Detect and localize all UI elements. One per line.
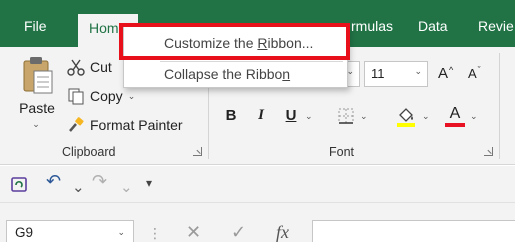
font-color-chevron-down-icon[interactable]: ⌄ <box>470 111 478 122</box>
borders-button[interactable]: ⌄ <box>337 107 368 125</box>
undo-icon[interactable]: ↶ <box>46 171 61 192</box>
group-divider <box>499 53 500 159</box>
paint-bucket-icon <box>397 108 415 127</box>
font-color-icon: A <box>445 105 465 127</box>
autosave-icon[interactable] <box>10 175 28 197</box>
cut-button[interactable]: Cut <box>67 58 112 76</box>
tab-formulas[interactable]: rmulas <box>351 18 393 34</box>
font-size-chevron-down-icon[interactable]: ⌄ <box>414 66 422 77</box>
shrink-arrow-icon: ˇ <box>477 64 481 75</box>
underline-button[interactable]: U <box>280 107 302 124</box>
shrink-font-button[interactable]: Aˇ <box>468 64 481 82</box>
tab-review[interactable]: Revie <box>478 18 514 34</box>
clipboard-dialog-launcher-icon[interactable] <box>193 147 202 156</box>
enter-icon[interactable]: ✓ <box>231 222 246 242</box>
tab-data[interactable]: Data <box>418 18 448 34</box>
copy-button[interactable]: Copy ⌄ <box>67 87 135 105</box>
name-box-chevron-down-icon[interactable]: ⌄ <box>117 227 125 238</box>
quick-access-toolbar: ↶ ⌄ ↷ ⌄ ▾ <box>0 166 515 202</box>
name-box[interactable]: G9 ⌄ <box>6 220 134 242</box>
paintbrush-icon <box>69 117 84 132</box>
grow-font-icon: A <box>438 65 449 82</box>
format-painter-label: Format Painter <box>90 117 183 133</box>
collapse-ribbon-accelerator: n <box>282 66 291 82</box>
bold-button[interactable]: B <box>220 107 242 124</box>
borders-chevron-down-icon[interactable]: ⌄ <box>360 111 368 122</box>
formula-input[interactable] <box>312 220 515 242</box>
format-painter-button[interactable]: Format Painter <box>67 116 183 134</box>
font-group-label: Font <box>329 145 355 159</box>
font-color-button[interactable]: A ⌄ <box>445 105 478 127</box>
clipboard-group-label: Clipboard <box>62 145 116 159</box>
scissors-icon <box>67 59 85 76</box>
paste-label[interactable]: Paste <box>14 100 60 116</box>
borders-icon <box>338 108 354 124</box>
collapse-ribbon-menu-item[interactable]: Collapse the Ribbon <box>164 66 290 82</box>
menu-separator <box>160 61 343 62</box>
italic-button[interactable]: I <box>250 107 272 124</box>
formula-bar: G9 ⌄ ⋮ ✕ ✓ fx <box>0 202 515 242</box>
grip-handle-icon[interactable]: ⋮ <box>148 225 162 242</box>
tab-file[interactable]: File <box>24 18 47 34</box>
copy-dropdown-chevron-icon[interactable]: ⌄ <box>128 91 136 102</box>
shrink-font-icon: A <box>468 66 477 81</box>
redo-chevron-down-icon[interactable]: ⌄ <box>120 178 133 196</box>
grow-font-button[interactable]: A ^ <box>438 64 454 83</box>
font-size-value: 11 <box>371 66 385 81</box>
copy-icon <box>68 88 84 105</box>
redo-icon[interactable]: ↷ <box>92 171 107 192</box>
grow-arrow-icon: ^ <box>449 64 454 75</box>
insert-function-icon[interactable]: fx <box>276 222 289 242</box>
cancel-icon[interactable]: ✕ <box>186 222 201 242</box>
underline-chevron-down-icon[interactable]: ⌄ <box>305 111 313 122</box>
collapse-ribbon-label-prefix: Collapse the Ribbo <box>164 66 283 82</box>
paste-icon <box>23 57 53 94</box>
fill-color-chevron-down-icon[interactable]: ⌄ <box>422 111 430 122</box>
highlight-annotation-box <box>119 23 350 60</box>
cut-label: Cut <box>90 59 112 75</box>
undo-chevron-down-icon[interactable]: ⌄ <box>72 178 85 196</box>
fill-color-button[interactable]: ⌄ <box>395 105 430 127</box>
copy-label: Copy <box>90 88 123 104</box>
name-box-value: G9 <box>15 225 34 240</box>
font-size-combobox[interactable]: 11 ⌄ <box>364 61 428 87</box>
paste-button[interactable] <box>16 55 60 100</box>
font-dialog-launcher-icon[interactable] <box>484 147 493 156</box>
paste-dropdown-chevron-icon[interactable]: ⌄ <box>30 119 42 130</box>
customize-qat-icon[interactable]: ▾ <box>146 176 152 190</box>
